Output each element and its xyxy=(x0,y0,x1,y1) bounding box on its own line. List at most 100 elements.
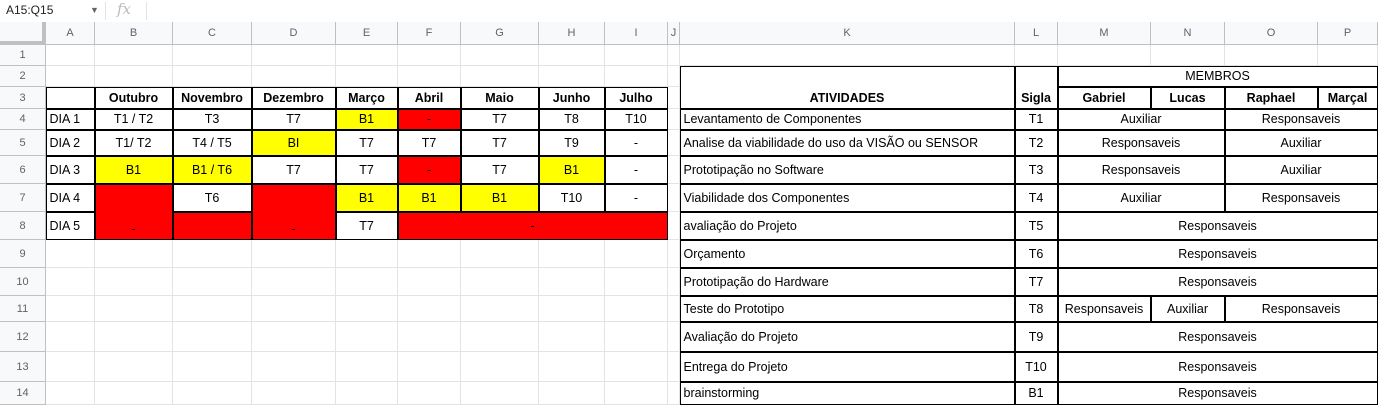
activity-sigla[interactable]: T6 xyxy=(1014,239,1058,268)
row-header-14[interactable]: 14 xyxy=(0,382,46,405)
activity-name[interactable]: brainstorming xyxy=(679,381,1015,405)
schedule-cell[interactable]: T1/ T2 xyxy=(94,129,173,156)
schedule-cell[interactable]: B1 xyxy=(538,155,605,184)
schedule-cell-merged[interactable]: - xyxy=(251,183,336,240)
schedule-cell[interactable]: - xyxy=(604,129,668,156)
schedule-cell[interactable]: - xyxy=(397,155,461,184)
member-header[interactable]: Lucas xyxy=(1150,86,1225,109)
role-cell[interactable]: Auxiliar xyxy=(1150,295,1225,322)
role-cell[interactable]: Responsaveis xyxy=(1057,129,1225,156)
row-header-9[interactable]: 9 xyxy=(0,240,46,268)
day-label[interactable]: DIA 5 xyxy=(45,211,95,240)
schedule-cell[interactable]: B1 xyxy=(397,183,461,212)
row-header-7[interactable]: 7 xyxy=(0,184,46,212)
row-header-8[interactable]: 8 xyxy=(0,212,46,240)
schedule-cell[interactable]: T3 xyxy=(172,108,252,130)
member-header[interactable]: Raphael xyxy=(1224,86,1318,109)
activity-sigla[interactable]: T7 xyxy=(1014,267,1058,296)
activity-sigla[interactable]: T3 xyxy=(1014,155,1058,184)
schedule-cell[interactable]: T6 xyxy=(172,183,252,212)
schedule-cell[interactable]: T7 xyxy=(460,155,539,184)
month-header[interactable]: Junho xyxy=(538,86,605,109)
role-cell[interactable]: Responsaveis xyxy=(1224,295,1378,322)
activity-name[interactable]: Viabilidade dos Componentes xyxy=(679,183,1015,212)
month-header[interactable]: Abril xyxy=(397,86,461,109)
month-header[interactable]: Julho xyxy=(604,86,668,109)
row-header-3[interactable]: 3 xyxy=(0,87,46,109)
column-header-H[interactable]: H xyxy=(539,22,605,45)
row-header-10[interactable]: 10 xyxy=(0,268,46,296)
column-header-M[interactable]: M xyxy=(1058,22,1151,45)
schedule-cell-merged[interactable]: - xyxy=(397,211,668,240)
role-cell[interactable]: Responsaveis xyxy=(1224,183,1378,212)
activity-sigla[interactable]: T9 xyxy=(1014,321,1058,352)
schedule-cell[interactable]: B1 xyxy=(460,183,539,212)
membros-header[interactable]: MEMBROS xyxy=(1057,65,1378,87)
activity-sigla[interactable]: T8 xyxy=(1014,295,1058,322)
select-all-corner[interactable] xyxy=(0,22,46,45)
schedule-cell[interactable]: B1 xyxy=(335,108,398,130)
activity-name[interactable]: Avaliação do Projeto xyxy=(679,321,1015,352)
role-cell[interactable]: Auxiliar xyxy=(1057,183,1225,212)
schedule-cell[interactable]: - xyxy=(397,108,461,130)
column-header-N[interactable]: N xyxy=(1151,22,1225,45)
activity-sigla[interactable]: T2 xyxy=(1014,129,1058,156)
atividades-header[interactable]: ATIVIDADES xyxy=(679,65,1015,109)
month-header[interactable]: Dezembro xyxy=(251,86,336,109)
column-header-G[interactable]: G xyxy=(461,22,539,45)
activity-name[interactable]: Levantamento de Componentes xyxy=(679,108,1015,130)
day-label[interactable]: DIA 3 xyxy=(45,155,95,184)
role-cell[interactable]: Responsaveis xyxy=(1057,155,1225,184)
name-box[interactable]: A15:Q15 xyxy=(6,3,53,17)
column-header-B[interactable]: B xyxy=(95,22,173,45)
schedule-cell[interactable]: T7 xyxy=(397,129,461,156)
day-label[interactable]: DIA 1 xyxy=(45,108,95,130)
activity-name[interactable]: Teste do Prototipo xyxy=(679,295,1015,322)
column-header-L[interactable]: L xyxy=(1015,22,1058,45)
activity-name[interactable]: avaliação do Projeto xyxy=(679,211,1015,240)
month-header[interactable]: Novembro xyxy=(172,86,252,109)
column-header-A[interactable]: A xyxy=(46,22,95,45)
row-header-2[interactable]: 2 xyxy=(0,66,46,87)
column-header-C[interactable]: C xyxy=(173,22,252,45)
role-cell[interactable]: Responsaveis xyxy=(1057,239,1378,268)
empty-header-cell[interactable] xyxy=(45,86,95,109)
column-header-I[interactable]: I xyxy=(605,22,668,45)
row-header-12[interactable]: 12 xyxy=(0,322,46,352)
row-header-6[interactable]: 6 xyxy=(0,156,46,184)
column-header-P[interactable]: P xyxy=(1318,22,1378,45)
formula-input[interactable] xyxy=(155,3,1355,19)
row-header-11[interactable]: 11 xyxy=(0,296,46,322)
role-cell[interactable]: Responsaveis xyxy=(1057,381,1378,405)
role-cell[interactable]: Responsaveis xyxy=(1057,351,1378,382)
role-cell[interactable]: Auxiliar xyxy=(1057,108,1225,130)
schedule-cell[interactable]: T7 xyxy=(335,211,398,240)
schedule-cell[interactable]: T7 xyxy=(251,108,336,130)
activity-sigla[interactable]: T4 xyxy=(1014,183,1058,212)
schedule-cell[interactable] xyxy=(172,211,252,240)
schedule-cell[interactable]: T10 xyxy=(604,108,668,130)
activity-sigla[interactable]: T5 xyxy=(1014,211,1058,240)
schedule-cell[interactable]: T4 / T5 xyxy=(172,129,252,156)
schedule-cell[interactable]: B1 xyxy=(335,183,398,212)
day-label[interactable]: DIA 2 xyxy=(45,129,95,156)
activity-sigla[interactable]: T1 xyxy=(1014,108,1058,130)
role-cell[interactable]: Responsaveis xyxy=(1057,211,1378,240)
schedule-cell[interactable]: B1 / T6 xyxy=(172,155,252,184)
row-header-1[interactable]: 1 xyxy=(0,45,46,66)
month-header[interactable]: Março xyxy=(335,86,398,109)
schedule-cell-merged[interactable]: - xyxy=(94,183,173,240)
column-header-F[interactable]: F xyxy=(398,22,461,45)
member-header[interactable]: Gabriel xyxy=(1057,86,1151,109)
column-header-O[interactable]: O xyxy=(1225,22,1318,45)
column-header-J[interactable]: J xyxy=(668,22,680,45)
month-header[interactable]: Maio xyxy=(460,86,539,109)
role-cell[interactable]: Responsaveis xyxy=(1057,267,1378,296)
activity-sigla[interactable]: B1 xyxy=(1014,381,1058,405)
role-cell[interactable]: Responsaveis xyxy=(1224,108,1378,130)
schedule-cell[interactable]: T7 xyxy=(335,129,398,156)
schedule-cell[interactable]: T7 xyxy=(460,108,539,130)
schedule-cell[interactable]: T7 xyxy=(335,155,398,184)
row-header-5[interactable]: 5 xyxy=(0,130,46,156)
schedule-cell[interactable]: - xyxy=(604,155,668,184)
